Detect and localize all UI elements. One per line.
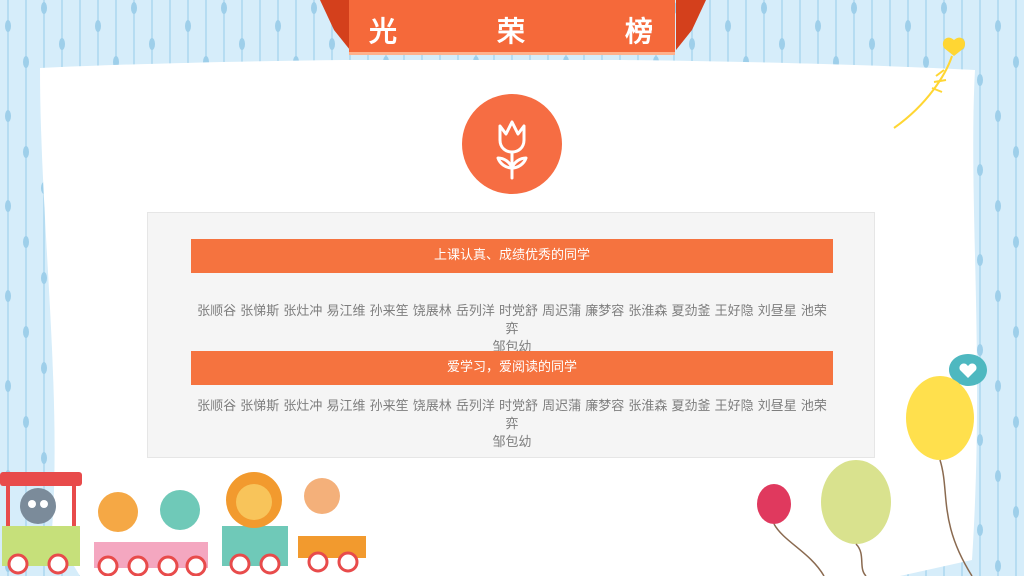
section-1-names: 张顺谷 张悌斯 张灶冲 易江维 孙来笙 饶展林 岳列洋 时党舒 周迟蒲 廉梦容 …: [191, 303, 833, 357]
tulip-icon: [496, 120, 528, 180]
title-char-3: 榜: [625, 15, 654, 48]
title-char-2: 荣: [497, 15, 526, 48]
section-2-names: 张顺谷 张悌斯 张灶冲 易江维 孙来笙 饶展林 岳列洋 时党舒 周迟蒲 廉梦容 …: [191, 398, 833, 452]
section-2-names-line1: 张顺谷 张悌斯 张灶冲 易江维 孙来笙 饶展林 岳列洋 时党舒 周迟蒲 廉梦容 …: [197, 399, 827, 432]
section-2-names-line2: 邹包幼: [492, 435, 532, 450]
title-banner: 光 荣 榜: [349, 0, 675, 55]
section-2-heading: 爱学习，爱阅读的同学: [191, 351, 833, 385]
animal-train-decoration: [0, 472, 366, 576]
heart-balloon-decoration: [893, 37, 966, 129]
section-1-names-line1: 张顺谷 张悌斯 张灶冲 易江维 孙来笙 饶展林 岳列洋 时党舒 周迟蒲 廉梦容 …: [197, 304, 827, 337]
emblem-badge: [462, 94, 562, 194]
section-1-heading: 上课认真、成绩优秀的同学: [191, 239, 833, 273]
title-char-1: 光: [369, 15, 398, 48]
balloons-decoration: [757, 376, 974, 576]
